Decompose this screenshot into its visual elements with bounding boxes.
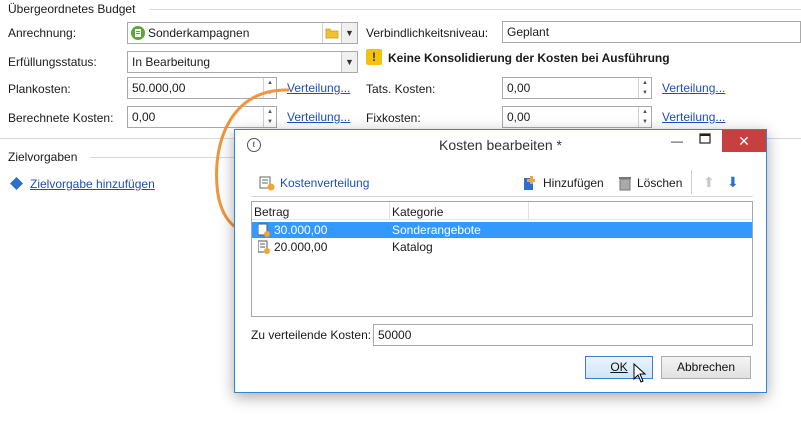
berechnete-verteilung-link[interactable]: Verteilung... xyxy=(287,110,350,124)
row-kategorie: Sonderangebote xyxy=(392,223,481,237)
fix-label: Fixkosten: xyxy=(366,111,421,125)
fix-spinner[interactable]: ▲ ▼ xyxy=(638,107,651,127)
folder-icon[interactable] xyxy=(322,23,340,43)
dialog-titlebar[interactable]: ℓ Kosten bearbeiten * — ✕ xyxy=(235,130,766,161)
tats-spinner[interactable]: ▲ ▼ xyxy=(638,78,651,98)
status-value: In Bearbeitung xyxy=(132,55,211,69)
ziel-section-title: Zielvorgaben xyxy=(8,150,78,164)
add-target-link[interactable]: Zielvorgabe hinzufügen xyxy=(30,177,155,191)
cost-distribution-icon[interactable] xyxy=(259,175,275,191)
list-header: Betrag Kategorie xyxy=(252,202,752,220)
cost-list[interactable]: Betrag Kategorie 30.000,00 Sonderangebot… xyxy=(251,201,753,317)
fix-value: 0,00 xyxy=(507,110,531,124)
row-betrag: 20.000,00 xyxy=(274,240,328,254)
section-divider xyxy=(150,9,801,10)
budget-section-title: Übergeordnetes Budget xyxy=(8,2,136,16)
delete-button[interactable]: Löschen xyxy=(637,176,682,190)
berechnete-value: 0,00 xyxy=(132,110,156,124)
verbindlichkeit-label: Verbindlichkeitsniveau: xyxy=(366,26,489,40)
add-button[interactable]: Hinzufügen xyxy=(543,176,604,190)
distribute-input[interactable]: 50000 xyxy=(373,324,753,346)
close-icon[interactable]: ✕ xyxy=(722,130,766,152)
column-divider xyxy=(389,202,390,220)
tats-input[interactable]: 0,00 ▲ ▼ xyxy=(502,77,652,99)
warning-icon: ! xyxy=(366,49,382,65)
tats-verteilung-link[interactable]: Verteilung... xyxy=(662,81,725,95)
column-header-betrag[interactable]: Betrag xyxy=(254,205,289,219)
cost-distribution-button[interactable]: Kostenverteilung xyxy=(280,176,369,190)
chevron-down-icon[interactable]: ▼ xyxy=(341,23,357,43)
arrow-up-icon[interactable]: ⬆ xyxy=(703,174,715,191)
minimize-icon[interactable]: — xyxy=(663,130,691,152)
tats-value: 0,00 xyxy=(507,81,531,95)
row-betrag: 30.000,00 xyxy=(274,223,328,237)
arrow-down-icon[interactable]: ⬇ xyxy=(727,174,739,191)
chevron-down-icon[interactable]: ▼ xyxy=(341,52,357,72)
ok-label: OK xyxy=(610,360,628,374)
row-kategorie: Katalog xyxy=(392,240,433,254)
table-row[interactable]: 20.000,00 Katalog xyxy=(252,239,752,255)
column-divider xyxy=(528,202,529,220)
maximize-icon[interactable] xyxy=(691,130,719,152)
anrechnung-field[interactable]: Sonderkampagnen ▼ xyxy=(127,22,358,44)
cancel-button[interactable]: Abbrechen xyxy=(661,356,751,379)
fix-input[interactable]: 0,00 ▲ ▼ xyxy=(502,106,652,128)
anrechnung-value: Sonderkampagnen xyxy=(148,26,250,40)
plankosten-value: 50.000,00 xyxy=(132,81,186,95)
toolbar-divider xyxy=(251,196,753,197)
warning-text: Keine Konsolidierung der Kosten bei Ausf… xyxy=(388,51,670,65)
cost-item-icon xyxy=(257,240,270,254)
plankosten-verteilung-link[interactable]: Verteilung... xyxy=(287,81,350,95)
column-header-kategorie[interactable]: Kategorie xyxy=(392,205,443,219)
budget-icon xyxy=(131,26,145,40)
plankosten-label: Plankosten: xyxy=(8,82,71,96)
mouse-cursor-icon xyxy=(633,363,647,383)
distribute-value: 50000 xyxy=(378,328,412,342)
table-row[interactable]: 30.000,00 Sonderangebote xyxy=(252,222,752,238)
add-target-icon[interactable] xyxy=(10,177,23,190)
verbindlichkeit-value: Geplant xyxy=(507,25,550,39)
berechnete-label: Berechnete Kosten: xyxy=(8,111,114,125)
cost-item-icon xyxy=(257,223,270,237)
tats-label: Tats. Kosten: xyxy=(366,82,436,96)
anrechnung-label: Anrechnung: xyxy=(8,26,77,40)
distribute-label: Zu verteilende Kosten: xyxy=(251,328,372,342)
status-label: Erfüllungsstatus: xyxy=(8,55,97,69)
fix-verteilung-link[interactable]: Verteilung... xyxy=(662,110,725,124)
add-icon[interactable] xyxy=(523,175,539,191)
cancel-label: Abbrechen xyxy=(676,360,736,374)
status-select[interactable]: In Bearbeitung ▼ xyxy=(127,51,358,73)
edit-costs-dialog: ℓ Kosten bearbeiten * — ✕ Kostenverteilu… xyxy=(234,129,767,393)
trash-icon[interactable] xyxy=(618,175,632,191)
verbindlichkeit-field[interactable]: Geplant xyxy=(502,21,801,43)
toolbar-separator xyxy=(691,170,692,194)
